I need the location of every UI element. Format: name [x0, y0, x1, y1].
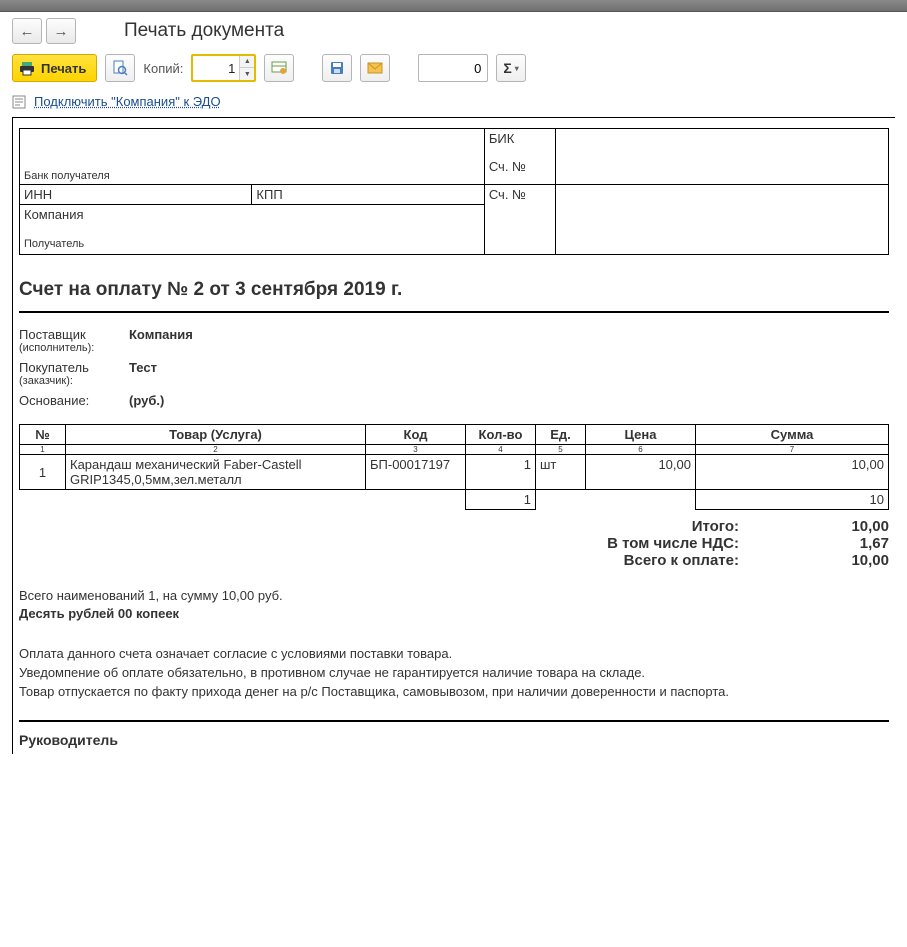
copies-label: Копий:	[143, 61, 183, 76]
print-button[interactable]: Печать	[12, 54, 97, 82]
inn-label: ИНН	[24, 187, 52, 202]
floppy-disk-icon	[329, 60, 345, 76]
kpp-label: КПП	[256, 187, 282, 202]
col-price: Цена	[586, 425, 696, 445]
director-label: Руководитель	[19, 732, 889, 748]
bank-details-table: Банк получателя БИК Сч. № ИНН КПП Сч. №	[19, 128, 889, 255]
page-magnifier-icon	[112, 60, 128, 76]
col-num: №	[20, 425, 66, 445]
bik-label: БИК	[489, 131, 514, 146]
basis-value: (руб.)	[129, 393, 164, 408]
itogo-label: Итого:	[179, 518, 739, 535]
forward-button[interactable]: →	[46, 18, 76, 44]
col-unit: Ед.	[536, 425, 586, 445]
nds-value: 1,67	[769, 535, 889, 552]
email-button[interactable]	[360, 54, 390, 82]
account1-label: Сч. №	[489, 159, 526, 174]
buyer-sublabel: (заказчик):	[19, 375, 129, 387]
sigma-label: Σ	[503, 60, 511, 76]
save-button[interactable]	[322, 54, 352, 82]
spinner-down-icon[interactable]: ▼	[240, 68, 254, 80]
table-footer: 1 10	[20, 490, 889, 510]
fineprint-1: Оплата данного счета означает согласие с…	[19, 645, 889, 664]
total-label: Всего к оплате:	[179, 552, 739, 569]
buyer-value: Тест	[129, 360, 157, 387]
basis-label: Основание:	[19, 393, 129, 408]
preview-button[interactable]	[105, 54, 135, 82]
print-button-label: Печать	[41, 61, 86, 76]
edo-connect-link[interactable]: Подключить "Компания" к ЭДО	[34, 94, 221, 109]
company-name: Компания	[24, 207, 480, 222]
printer-icon	[19, 60, 35, 76]
envelope-icon	[367, 60, 383, 76]
edo-icon	[12, 95, 26, 109]
copies-input[interactable]	[193, 56, 239, 80]
recipient-label: Получатель	[24, 238, 480, 250]
supplier-sublabel: (исполнитель):	[19, 342, 129, 354]
total-value: 10,00	[769, 552, 889, 569]
summary-line1: Всего наименований 1, на сумму 10,00 руб…	[19, 587, 889, 605]
sigma-button[interactable]: Σ ▾	[496, 54, 525, 82]
summary-line2: Десять рублей 00 копеек	[19, 605, 889, 623]
table-row: 1 Карандаш механический Faber-Castell GR…	[20, 455, 889, 490]
col-sum: Сумма	[696, 425, 889, 445]
number-input[interactable]	[418, 54, 488, 82]
table-settings-icon	[271, 60, 287, 76]
fineprint-3: Товар отпускается по факту прихода денег…	[19, 683, 889, 702]
col-product: Товар (Услуга)	[66, 425, 366, 445]
dropdown-icon: ▾	[515, 64, 519, 73]
items-table: № Товар (Услуга) Код Кол-во Ед. Цена Сум…	[19, 424, 889, 510]
bank-recipient-label: Банк получателя	[24, 170, 110, 182]
invoice-title: Счет на оплату № 2 от 3 сентября 2019 г.	[19, 279, 889, 301]
window-titlebar	[0, 0, 907, 12]
page-title: Печать документа	[124, 20, 284, 42]
back-button[interactable]: ←	[12, 18, 42, 44]
col-qty: Кол-во	[466, 425, 536, 445]
supplier-label: Поставщик	[19, 327, 129, 342]
fineprint-2: Уведомпение об оплате обязательно, в про…	[19, 664, 889, 683]
account2-label: Сч. №	[489, 187, 526, 202]
col-code: Код	[366, 425, 466, 445]
itogo-value: 10,00	[769, 518, 889, 535]
supplier-value: Компания	[129, 327, 193, 354]
buyer-label: Покупатель	[19, 360, 129, 375]
nds-label: В том числе НДС:	[179, 535, 739, 552]
spinner-up-icon[interactable]: ▲	[240, 56, 254, 68]
copies-spinner[interactable]: ▲ ▼	[191, 54, 256, 82]
settings-button[interactable]	[264, 54, 294, 82]
